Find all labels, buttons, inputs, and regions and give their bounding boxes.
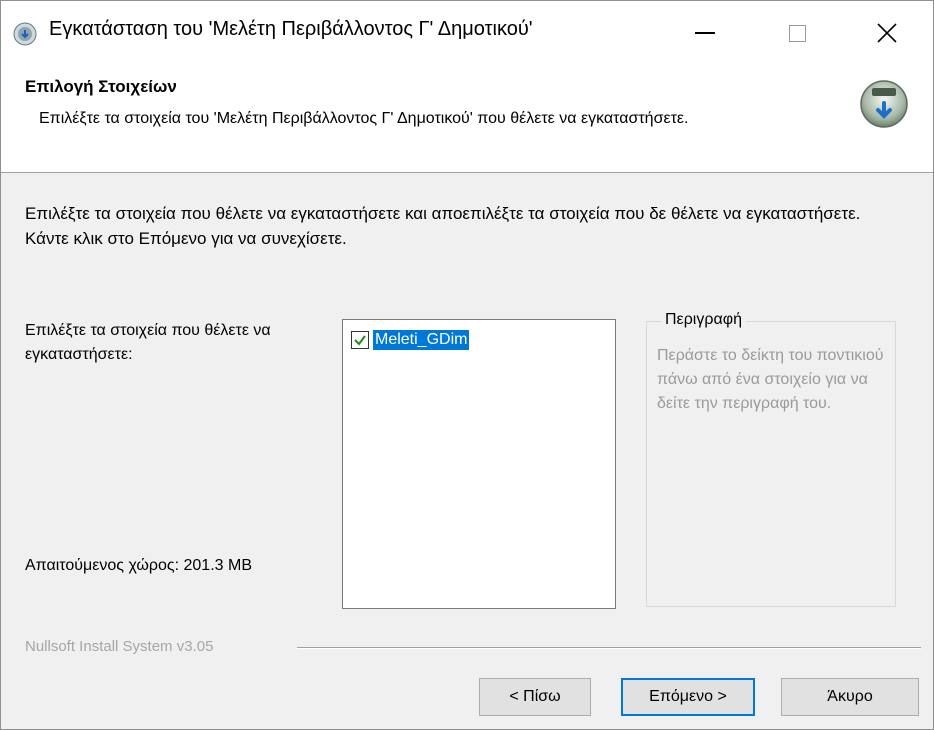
page-header: Επιλογή Στοιχείων Επιλέξτε τα στοιχεία τ…	[1, 65, 933, 173]
components-tree[interactable]: Meleti_GDim	[342, 319, 616, 609]
installer-window: Εγκατάσταση του 'Μελέτη Περιβάλλοντος Γ'…	[0, 0, 934, 730]
maximize-button	[751, 1, 843, 65]
cancel-button[interactable]: Άκυρο	[781, 678, 919, 716]
minimize-button[interactable]	[659, 1, 751, 65]
component-checkbox[interactable]	[351, 331, 369, 349]
maximize-icon	[788, 24, 806, 42]
page-title: Επιλογή Στοιχείων	[25, 77, 177, 96]
back-button[interactable]: < Πίσω	[479, 678, 591, 716]
required-space-label: Απαιτούμενος χώρος: 201.3 MB	[25, 557, 252, 574]
component-item[interactable]: Meleti_GDim	[351, 330, 470, 350]
minimize-icon	[695, 32, 715, 34]
component-label[interactable]: Meleti_GDim	[373, 330, 470, 350]
select-components-label: Επιλέξτε τα στοιχεία που θέλετε να εγκατ…	[25, 322, 271, 363]
title-bar[interactable]: Εγκατάσταση του 'Μελέτη Περιβάλλοντος Γ'…	[1, 1, 933, 65]
close-button[interactable]	[841, 1, 933, 65]
description-title: Περιγραφή	[661, 311, 746, 329]
installer-disk-icon	[860, 80, 908, 128]
window-title: Εγκατάσταση του 'Μελέτη Περιβάλλοντος Γ'…	[49, 18, 533, 40]
checkmark-icon	[354, 335, 366, 346]
page-subtitle: Επιλέξτε τα στοιχεία του 'Μελέτη Περιβάλ…	[39, 110, 689, 127]
installer-app-icon	[13, 22, 37, 46]
description-text: Περάστε το δείκτη του ποντικιού πάνω από…	[657, 347, 884, 412]
intro-text: Επιλέξτε τα στοιχεία που θέλετε να εγκατ…	[25, 204, 861, 248]
next-button[interactable]: Επόμενο >	[621, 678, 755, 716]
close-icon	[877, 23, 897, 43]
brand-text: Nullsoft Install System v3.05	[25, 638, 214, 655]
brand-divider	[297, 647, 921, 649]
